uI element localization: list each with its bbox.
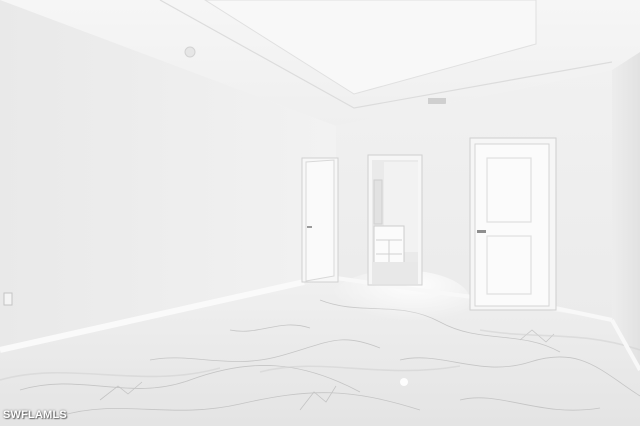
hvac-vent xyxy=(428,98,446,104)
right-wall xyxy=(612,52,640,370)
bathroom-floor xyxy=(372,262,418,284)
door-right xyxy=(474,143,550,307)
bathroom-mirror xyxy=(373,179,383,225)
door-left xyxy=(305,159,335,282)
floor-light-reflection xyxy=(400,378,408,386)
door-right-handle xyxy=(477,230,486,233)
watermark-text: SWFLAMLS xyxy=(3,409,67,421)
door-left-handle xyxy=(307,226,312,228)
wall-outlet xyxy=(3,292,13,306)
ceiling-light-fixture xyxy=(184,46,196,58)
room-photo xyxy=(0,0,640,426)
